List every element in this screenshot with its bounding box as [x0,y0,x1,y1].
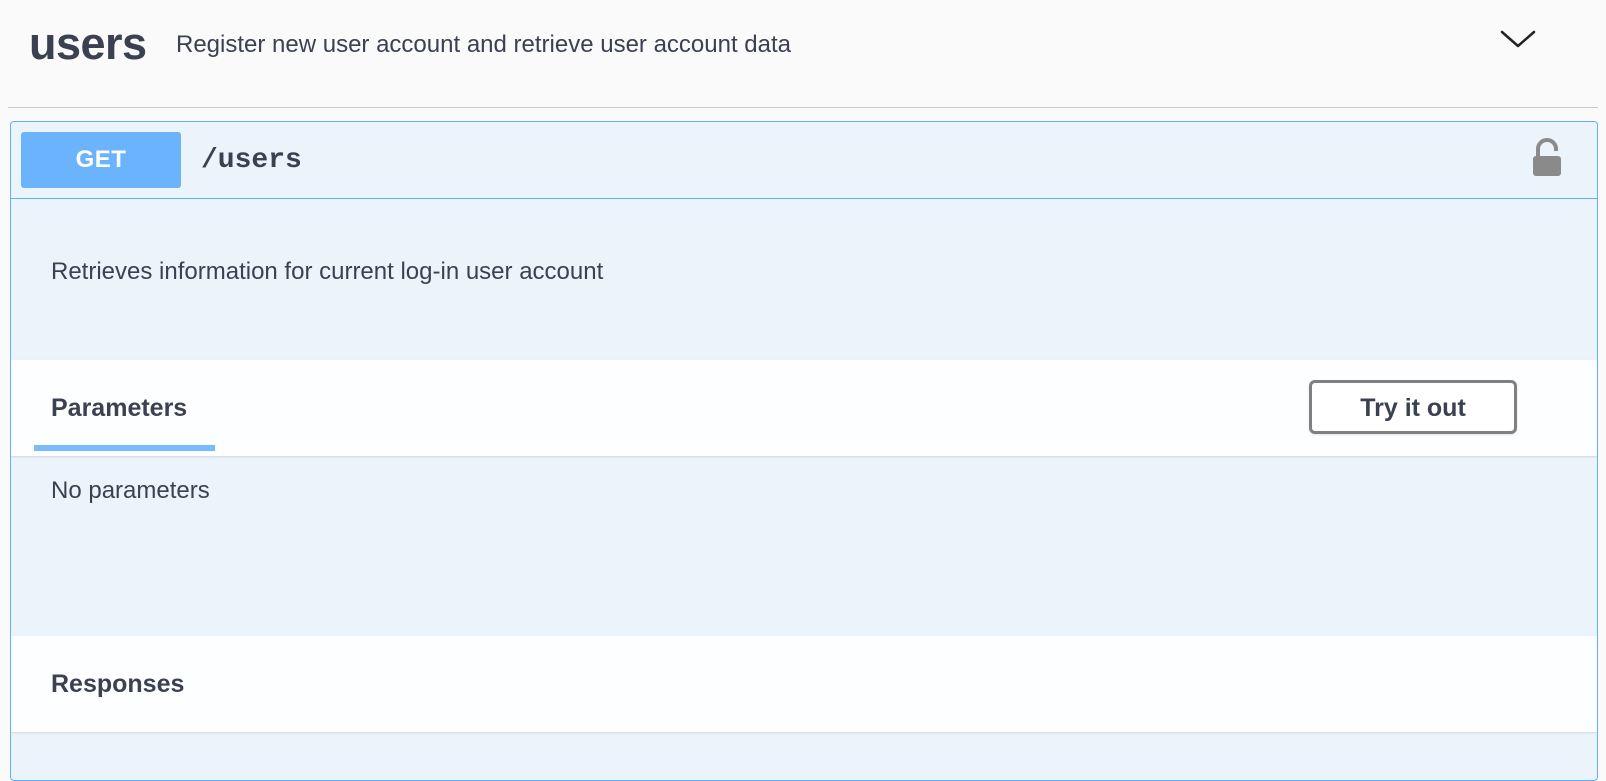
operation-path: /users [201,145,302,176]
method-badge: GET [21,132,181,188]
operation-block: GET /users Retrieves information for cur… [10,121,1598,781]
responses-header: Responses [11,636,1597,732]
try-it-out-button[interactable]: Try it out [1309,380,1517,434]
tag-name: users [29,18,147,69]
responses-title: Responses [51,670,185,698]
chevron-down-icon[interactable] [1498,24,1538,54]
operation-description: Retrieves information for current log-in… [51,258,604,285]
tab-parameters[interactable]: Parameters [51,392,187,424]
tag-header[interactable]: users Register new user account and retr… [8,0,1598,108]
lock-icon[interactable] [1531,138,1563,178]
no-parameters-text: No parameters [51,477,210,504]
tab-underline [34,445,215,451]
tag-description: Register new user account and retrieve u… [176,31,792,58]
operation-summary[interactable]: GET /users [11,122,1597,199]
parameters-header: Parameters Try it out [11,360,1597,456]
